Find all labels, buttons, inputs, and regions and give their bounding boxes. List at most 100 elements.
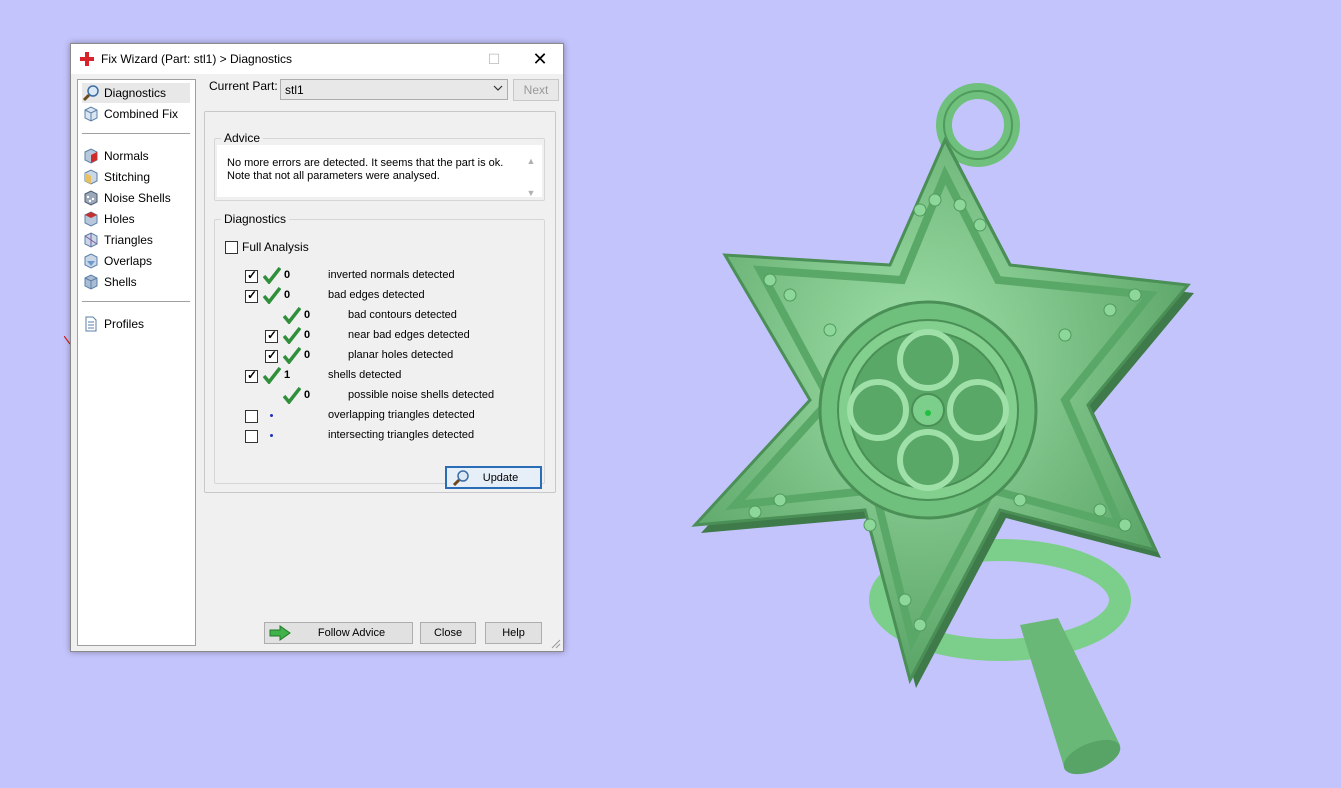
nav-item-shells[interactable]: Shells — [82, 272, 190, 292]
holes-cube-icon — [84, 211, 98, 227]
diagnostic-row-planar-holes: 0 planar holes detected — [215, 346, 535, 366]
cube-icon — [84, 106, 98, 122]
resize-grip-icon[interactable] — [551, 639, 561, 649]
fix-nav-panel: Diagnostics Combined Fix Normals Stitchi… — [77, 79, 196, 646]
current-part-label: Current Part: — [209, 79, 278, 93]
stitching-cube-icon — [84, 169, 98, 185]
full-analysis-label: Full Analysis — [242, 240, 309, 254]
nav-label: Stitching — [104, 170, 151, 184]
diagnostic-row-noise-shells: 0 possible noise shells detected — [215, 386, 535, 406]
count-value: 0 — [304, 329, 311, 341]
diagnostic-row-near-bad-edges: 0 near bad edges detected — [215, 326, 535, 346]
green-check-icon — [263, 267, 281, 284]
close-window-button[interactable]: ✕ — [517, 44, 563, 74]
count-value: 0 — [304, 349, 311, 361]
diagnostic-label: near bad edges detected — [348, 329, 470, 341]
nav-label: Combined Fix — [104, 107, 179, 121]
diagnostic-label: bad edges detected — [328, 289, 425, 301]
green-check-icon — [283, 327, 301, 344]
red-cross-icon — [80, 52, 94, 66]
pending-dot-icon — [270, 434, 273, 437]
nav-item-diagnostics[interactable]: Diagnostics — [82, 83, 190, 103]
fix-wizard-dialog: Fix Wizard (Part: stl1) > Diagnostics ☐ … — [70, 43, 564, 652]
nav-item-overlaps[interactable]: Overlaps — [82, 251, 190, 271]
green-check-icon — [283, 387, 301, 404]
next-button[interactable]: Next — [513, 79, 559, 101]
nav-item-holes[interactable]: Holes — [82, 209, 190, 229]
star-of-david-pendant-model[interactable] — [680, 80, 1200, 780]
nav-label: Overlaps — [104, 254, 153, 268]
current-part-value: stl1 — [285, 83, 304, 97]
overlaps-cube-icon — [84, 253, 98, 269]
normals-cube-icon — [84, 148, 98, 164]
magnifier-icon — [82, 85, 99, 102]
advice-group: Advice No more errors are detected. It s… — [214, 131, 545, 201]
inverted-normals-checkbox[interactable] — [245, 268, 258, 283]
diagnostic-label: shells detected — [328, 369, 402, 381]
nav-item-normals[interactable]: Normals — [82, 146, 190, 166]
update-button[interactable]: Update — [445, 466, 542, 489]
diagnostic-row-inverted-normals: 0 inverted normals detected — [215, 266, 535, 286]
diagnostic-row-overlapping-triangles: overlapping triangles detected — [215, 406, 535, 426]
diagnostic-row-shells: 1 shells detected — [215, 366, 535, 386]
nav-label: Holes — [104, 212, 135, 226]
nav-item-triangles[interactable]: Triangles — [82, 230, 190, 250]
count-value: 1 — [284, 369, 291, 381]
current-part-select[interactable]: stl1 — [280, 79, 508, 100]
shells-cube-icon — [84, 274, 98, 290]
title-bar[interactable]: Fix Wizard (Part: stl1) > Diagnostics ☐ … — [71, 44, 563, 74]
bad-edges-checkbox[interactable] — [245, 288, 258, 303]
full-analysis-checkbox[interactable] — [225, 240, 238, 254]
update-label: Update — [482, 471, 519, 484]
green-check-icon — [283, 347, 301, 364]
count-value: 0 — [284, 289, 291, 301]
planar-holes-checkbox[interactable] — [265, 348, 278, 363]
advice-title: Advice — [224, 131, 261, 145]
noise-shells-icon — [84, 190, 98, 206]
near-bad-edges-checkbox[interactable] — [265, 328, 278, 343]
diagnostic-row-bad-contours: 0 bad contours detected — [215, 306, 535, 326]
follow-advice-button[interactable]: Follow Advice — [264, 622, 413, 644]
nav-label: Shells — [104, 275, 137, 289]
diagnostics-group: Diagnostics Full Analysis 0 inverted nor… — [214, 212, 545, 489]
help-button[interactable]: Help — [485, 622, 542, 644]
nav-item-profiles[interactable]: Profiles — [82, 314, 190, 334]
triangles-cube-icon — [84, 232, 98, 248]
diagnostic-row-bad-edges: 0 bad edges detected — [215, 286, 535, 306]
nav-item-stitching[interactable]: Stitching — [82, 167, 190, 187]
intersecting-triangles-checkbox[interactable] — [245, 430, 258, 443]
diagnostic-row-intersecting-triangles: intersecting triangles detected — [215, 426, 535, 446]
maximize-button[interactable]: ☐ — [471, 44, 517, 74]
diagnostics-title: Diagnostics — [224, 212, 287, 226]
nav-label: Profiles — [104, 317, 145, 331]
close-button[interactable]: Close — [420, 622, 476, 644]
overlapping-triangles-checkbox[interactable] — [245, 410, 258, 423]
green-check-icon — [263, 367, 281, 384]
nav-label: Noise Shells — [104, 191, 171, 205]
scroll-up-icon[interactable]: ▲ — [526, 156, 536, 166]
follow-advice-label: Follow Advice — [317, 627, 386, 639]
diagnostic-label: planar holes detected — [348, 349, 454, 361]
nav-label: Triangles — [104, 233, 153, 247]
count-value: 0 — [304, 389, 311, 401]
pending-dot-icon — [270, 414, 273, 417]
magnifier-icon — [452, 469, 469, 486]
diagnostic-label: possible noise shells detected — [348, 389, 495, 401]
advice-textbox[interactable]: No more errors are detected. It seems th… — [217, 145, 542, 198]
nav-item-noise-shells[interactable]: Noise Shells — [82, 188, 190, 208]
green-check-icon — [283, 307, 301, 324]
nav-item-combined-fix[interactable]: Combined Fix — [82, 104, 190, 124]
diagnostic-label: overlapping triangles detected — [328, 409, 475, 421]
diagnostic-label: inverted normals detected — [328, 269, 455, 281]
count-value: 0 — [284, 269, 291, 281]
scroll-down-icon[interactable]: ▼ — [526, 188, 536, 198]
shells-checkbox[interactable] — [245, 368, 258, 383]
diagnostics-panel: Advice No more errors are detected. It s… — [204, 111, 556, 493]
full-analysis-checkbox-row[interactable]: Full Analysis — [225, 240, 309, 254]
nav-label: Diagnostics — [104, 86, 167, 100]
nav-label: Normals — [104, 149, 149, 163]
window-title: Fix Wizard (Part: stl1) > Diagnostics — [101, 52, 293, 66]
diagnostic-label: bad contours detected — [348, 309, 457, 321]
nav-divider — [82, 301, 190, 302]
diagnostic-label: intersecting triangles detected — [328, 429, 475, 441]
